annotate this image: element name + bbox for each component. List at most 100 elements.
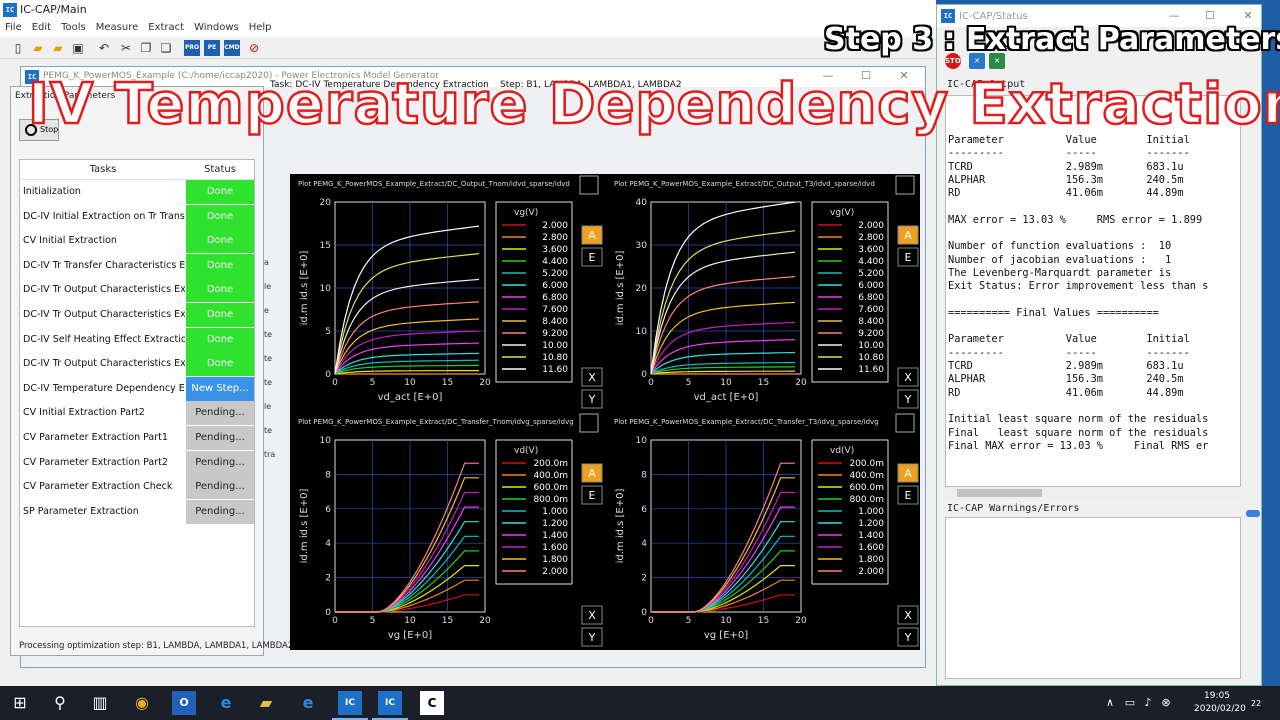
task-row[interactable]: DC-IV Temperature Dependency E... New Ste… <box>20 376 256 402</box>
task-row[interactable]: DC-IV Tr Output Characteristics Ext... Do… <box>20 278 256 303</box>
splitter-handle[interactable] <box>1246 510 1260 517</box>
terminal-icon[interactable]: C <box>420 691 444 715</box>
legend-entry: 3.600 <box>858 245 884 255</box>
menu-file[interactable]: File <box>0 20 27 33</box>
y-axis-label: id.m id.s [E+0] <box>299 489 310 564</box>
legend-entry: 2.000 <box>858 221 884 231</box>
output-pane[interactable]: Parameter Value Initial --------- ----- -… <box>945 95 1241 487</box>
main-toolbar: ▯ ▰ ▰ ▣ ↶ ✂ ❐ ❏ PRO PE CMD ⊘ <box>0 37 936 59</box>
warnings-pane[interactable] <box>945 517 1241 679</box>
task-table: Tasks Status Initialization Done DC-IV Ini… <box>19 159 255 627</box>
task-row[interactable]: Initialization Done <box>20 180 256 205</box>
legend-entry: 4.400 <box>542 257 568 267</box>
legend-entry: 10.00 <box>542 341 568 351</box>
task-row[interactable]: DC-IV Initial Extraction on Tr Transf...… <box>20 204 256 230</box>
legend-entry: 800.0m <box>849 495 884 505</box>
menu-edit[interactable]: Edit <box>27 20 56 33</box>
menu-help[interactable]: Help <box>244 20 277 33</box>
plot-y-button-label: Y <box>904 393 912 406</box>
main-title-bar[interactable]: IC IC-CAP/Main <box>0 0 936 20</box>
menu-extract[interactable]: Extract <box>143 20 189 33</box>
task-status: New Step... <box>186 376 254 401</box>
status-column-header[interactable]: Status <box>186 160 254 180</box>
legend-entry: 2.000 <box>542 221 568 231</box>
task-name: CV Parameter Extraction Check <box>23 481 173 493</box>
output-horizontal-scrollbar[interactable] <box>945 487 1241 499</box>
task-status: Done <box>186 303 254 327</box>
x-tick-label: 5 <box>370 616 376 626</box>
legend-title: vd(V) <box>514 446 538 456</box>
menu-windows[interactable]: Windows <box>189 20 244 33</box>
legend-entry: 8.400 <box>858 317 884 327</box>
plot-y-button-label: Y <box>588 393 596 406</box>
legend-entry: 9.200 <box>858 329 884 339</box>
notification-icon[interactable]: 22 <box>1244 691 1268 715</box>
output-line: TCRD 2.989m 683.1u <box>948 160 1184 173</box>
iccap-status-taskbar-icon[interactable]: IC <box>372 691 408 720</box>
network-icon[interactable]: ⊗ <box>1154 691 1178 715</box>
task-row[interactable]: DC-IV Self Heating Effect Extractio... Do… <box>20 327 256 353</box>
task-row[interactable]: CV Parameter Extraction Part2 Pending... <box>20 450 256 476</box>
open-folder-icon[interactable]: ▰ <box>30 40 46 56</box>
folder-icon[interactable]: ▰ <box>50 40 66 56</box>
iccap-taskbar-icon[interactable]: IC <box>332 691 368 720</box>
plot-x-button-label: X <box>904 609 912 622</box>
task-view-icon[interactable]: ▥ <box>88 691 112 715</box>
task-row[interactable]: CV Parameter Extraction Part1 Pending... <box>20 426 256 451</box>
task-name: Initialization <box>23 186 81 197</box>
task-status: Done <box>186 180 254 204</box>
task-row[interactable]: CV Initial Extraction Done <box>20 229 256 254</box>
search-icon[interactable]: ⚲ <box>48 691 72 715</box>
output-vertical-scrollbar[interactable] <box>1243 95 1255 485</box>
y-tick-label: 10 <box>636 436 648 446</box>
edge-icon[interactable]: e <box>214 691 238 715</box>
series-curve <box>335 535 479 613</box>
legend-title: vd(V) <box>830 446 854 456</box>
copy-icon[interactable]: ❐ <box>138 40 154 56</box>
task-row[interactable]: SP Parameter Extraction Pending... <box>20 499 256 525</box>
file-explorer-icon[interactable]: ▰ <box>254 691 278 715</box>
save-icon[interactable]: ▣ <box>70 40 86 56</box>
no-entry-icon[interactable]: ⊘ <box>246 40 262 56</box>
plot-area: Plot PEMG_K_PowerMOS_Example_Extract/DC_… <box>290 174 920 650</box>
cut-icon[interactable]: ✂ <box>118 40 134 56</box>
chrome-icon[interactable]: ◉ <box>130 691 154 715</box>
legend-entry: 200.0m <box>849 459 884 469</box>
tasks-column-header[interactable]: Tasks <box>20 160 186 180</box>
strip-text: te <box>264 378 273 387</box>
task-name: CV Parameter Extraction Part1 <box>23 432 168 443</box>
ie-icon[interactable]: e <box>296 691 320 715</box>
output-line: RD 41.06m 44.89m <box>948 386 1184 399</box>
y-tick-label: 4 <box>641 539 647 549</box>
output-line: ALPHAR 156.3m 240.5m <box>948 173 1184 186</box>
y-tick-label: 30 <box>636 241 648 251</box>
menu-measure[interactable]: Measure <box>91 20 144 33</box>
legend-entry: 2.800 <box>858 233 884 243</box>
task-row[interactable]: CV Parameter Extraction Check Pending... <box>20 475 256 500</box>
windows-start-icon[interactable]: ⊞ <box>8 691 32 715</box>
task-status: Done <box>186 253 254 278</box>
undo-icon[interactable]: ↶ <box>96 40 112 56</box>
strip-text: te <box>264 330 273 339</box>
task-row[interactable]: DC-IV Tr Output Characteristics Ext... Do… <box>20 303 256 328</box>
pro-icon[interactable]: PRO <box>184 40 200 56</box>
paste-icon[interactable]: ❏ <box>158 40 174 56</box>
legend-entry: 1.800 <box>858 555 884 565</box>
task-row[interactable]: CV Initial Extraction Part2 Pending... <box>20 401 256 426</box>
menu-tools[interactable]: Tools <box>56 20 91 33</box>
pe-icon[interactable]: PE <box>204 40 220 56</box>
processing-status: Processing optimization step: B1, LAMBDA… <box>19 641 294 651</box>
cmd-icon[interactable]: CMD <box>224 40 240 56</box>
new-file-icon[interactable]: ▯ <box>10 40 26 56</box>
status-window-title: IC-CAP/Status <box>959 11 1028 22</box>
outlook-icon[interactable]: O <box>172 691 196 715</box>
task-row[interactable]: DC-IV Tr Transfer Characteristics Ex... D… <box>20 253 256 279</box>
legend-entry: 10.00 <box>858 341 884 351</box>
system-clock[interactable]: 19:05 2020/02/20 <box>1194 690 1246 716</box>
task-name: DC-IV Self Heating Effect Extractio... <box>23 333 185 345</box>
task-row[interactable]: DC-IV Tr Output Characteristics Ext... Do… <box>20 352 256 377</box>
hscroll-thumb[interactable] <box>957 489 1042 497</box>
x-tick-label: 20 <box>479 616 491 626</box>
legend-entry: 6.800 <box>542 293 568 303</box>
